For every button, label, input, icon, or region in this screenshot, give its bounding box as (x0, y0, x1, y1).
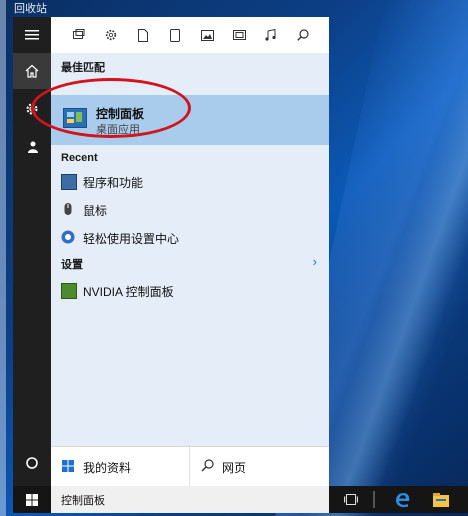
tablet-icon[interactable] (165, 25, 185, 45)
list-item-label: 程序和功能 (83, 176, 144, 190)
my-stuff-label: 我的资料 (83, 461, 132, 475)
taskbar-search-text: 控制面板 (61, 495, 105, 507)
search-icon (201, 459, 214, 475)
results-list: 最佳匹配 控制面板 桌面应用 Recent 程序和功能 鼠标 轻松使用设置中心 … (31, 53, 329, 446)
start-rail (13, 17, 51, 486)
list-item-label: 轻松使用设置中心 (83, 232, 180, 246)
image-icon[interactable] (197, 25, 217, 45)
recycle-bin-label[interactable]: 回收站 (14, 0, 47, 16)
hamburger-icon[interactable] (13, 17, 51, 53)
apps-icon[interactable] (69, 25, 89, 45)
power-icon[interactable] (13, 445, 51, 481)
start-button[interactable] (13, 486, 51, 513)
window-edge (0, 0, 6, 516)
web-label: 网页 (222, 461, 247, 475)
search-icon[interactable] (293, 25, 313, 45)
file-explorer-icon[interactable] (431, 491, 451, 508)
windows-logo-icon (62, 460, 74, 475)
taskbar-divider (373, 491, 375, 508)
list-item[interactable]: 程序和功能 (51, 167, 329, 195)
best-match-item[interactable]: 控制面板 桌面应用 (31, 78, 329, 145)
task-view-icon[interactable] (343, 491, 359, 508)
bottom-bar: 我的资料 网页 (51, 446, 329, 487)
web-search-button[interactable]: 网页 (190, 447, 329, 487)
settings-header: 设置 (61, 259, 83, 271)
best-match-header: 最佳匹配 (61, 62, 105, 74)
recent-header: Recent (61, 152, 98, 164)
taskbar: 控制面板 (13, 486, 468, 513)
taskbar-search-box[interactable]: 控制面板 (51, 486, 329, 513)
user-icon[interactable] (13, 129, 51, 165)
search-panel: 最佳匹配 控制面板 桌面应用 Recent 程序和功能 鼠标 轻松使用设置中心 … (31, 17, 329, 487)
list-item-label: NVIDIA 控制面板 (83, 285, 174, 299)
accessibility-icon (61, 230, 75, 244)
nvidia-icon (61, 283, 77, 299)
music-icon[interactable] (261, 25, 281, 45)
annotation-circle (31, 78, 191, 138)
edge-browser-icon[interactable] (393, 491, 413, 508)
windows-logo-icon (26, 493, 38, 506)
programs-icon (61, 174, 77, 190)
home-icon[interactable] (13, 53, 51, 89)
list-item[interactable]: 轻松使用设置中心 (51, 223, 329, 251)
chevron-right-icon[interactable]: › (313, 254, 317, 269)
mouse-icon (61, 202, 75, 216)
list-item-label: 鼠标 (83, 204, 108, 218)
settings-icon[interactable] (101, 25, 121, 45)
filter-toolbar (51, 17, 329, 54)
my-stuff-button[interactable]: 我的资料 (51, 447, 189, 487)
video-icon[interactable] (229, 25, 249, 45)
list-item[interactable]: NVIDIA 控制面板 (51, 276, 329, 304)
document-icon[interactable] (133, 25, 153, 45)
list-item[interactable]: 鼠标 (51, 195, 329, 223)
